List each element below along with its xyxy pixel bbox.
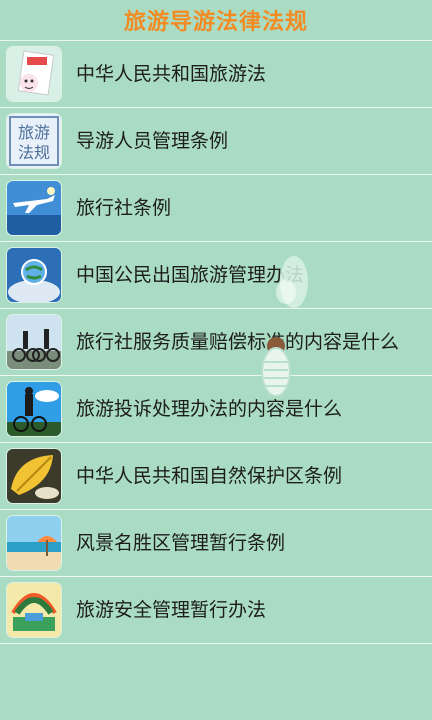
thumb-text-line2: 法规 (18, 143, 50, 162)
item-label: 风景名胜区管理暂行条例 (76, 532, 286, 554)
thumb-text-line1: 旅游 (18, 123, 50, 142)
list-item[interactable]: 旅行社条例 (0, 175, 432, 242)
law-book-icon (7, 47, 61, 101)
beach-icon (7, 516, 61, 570)
landscape-icon (7, 583, 61, 637)
item-label: 旅游安全管理暂行办法 (76, 599, 267, 621)
item-label: 中华人民共和国旅游法 (76, 63, 267, 85)
list-item[interactable]: 旅游 法规 导游人员管理条例 (0, 108, 432, 175)
item-label: 旅游投诉处理办法的内容是什么 (76, 398, 343, 420)
cyclists-icon (7, 315, 61, 369)
list-item[interactable]: 中华人民共和国旅游法 (0, 41, 432, 108)
item-label: 旅行社服务质量赔偿标准的内容是什么 (76, 331, 400, 353)
globe-icon (7, 248, 61, 302)
law-list: 中华人民共和国旅游法 旅游 法规 导游人员管理条例 旅行社条例 中国公民出国旅游… (0, 41, 432, 644)
list-item[interactable]: 中华人民共和国自然保护区条例 (0, 443, 432, 510)
list-item[interactable]: 风景名胜区管理暂行条例 (0, 510, 432, 577)
item-label: 旅行社条例 (76, 197, 172, 219)
airplane-icon (7, 181, 61, 235)
page-title: 旅游导游法律法规 (123, 10, 308, 35)
list-item[interactable]: 中国公民出国旅游管理办法 (0, 242, 432, 309)
title-bar: 旅游导游法律法规 (0, 0, 432, 41)
travel-regulation-icon: 旅游 法规 (7, 114, 61, 168)
list-item[interactable]: 旅游投诉处理办法的内容是什么 (0, 376, 432, 443)
item-label: 中国公民出国旅游管理办法 (76, 264, 305, 286)
item-label: 中华人民共和国自然保护区条例 (76, 465, 343, 487)
leaf-icon (7, 449, 61, 503)
list-item[interactable]: 旅行社服务质量赔偿标准的内容是什么 (0, 309, 432, 376)
cyclist-sky-icon (7, 382, 61, 436)
list-item[interactable]: 旅游安全管理暂行办法 (0, 577, 432, 644)
item-label: 导游人员管理条例 (76, 130, 229, 152)
